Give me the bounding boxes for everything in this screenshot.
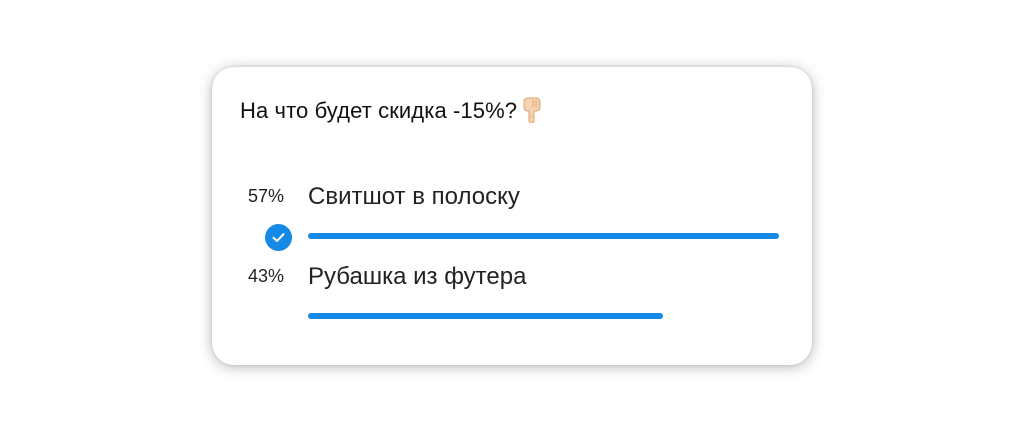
- check-circle-icon: [265, 224, 292, 251]
- poll-question: На что будет скидка -15%?: [240, 97, 543, 124]
- option-result-bar: [308, 233, 779, 239]
- poll-option[interactable]: 57% Свитшот в полоску: [212, 183, 812, 251]
- pointing-down-hand-icon: [521, 97, 543, 124]
- option-percent: 43%: [248, 266, 285, 286]
- poll-option[interactable]: 43% Рубашка из футера: [212, 263, 812, 326]
- option-percent: 57%: [248, 186, 285, 206]
- poll-question-text: На что будет скидка -15%?: [240, 98, 518, 123]
- option-label: Свитшот в полоску: [308, 183, 520, 210]
- option-result-bar-fill: [308, 233, 779, 239]
- option-result-bar-fill: [308, 313, 664, 319]
- option-label: Рубашка из футера: [308, 263, 527, 290]
- poll-card: На что будет скидка -15%? 57% Свитшот в …: [212, 67, 812, 365]
- option-result-bar: [308, 313, 779, 319]
